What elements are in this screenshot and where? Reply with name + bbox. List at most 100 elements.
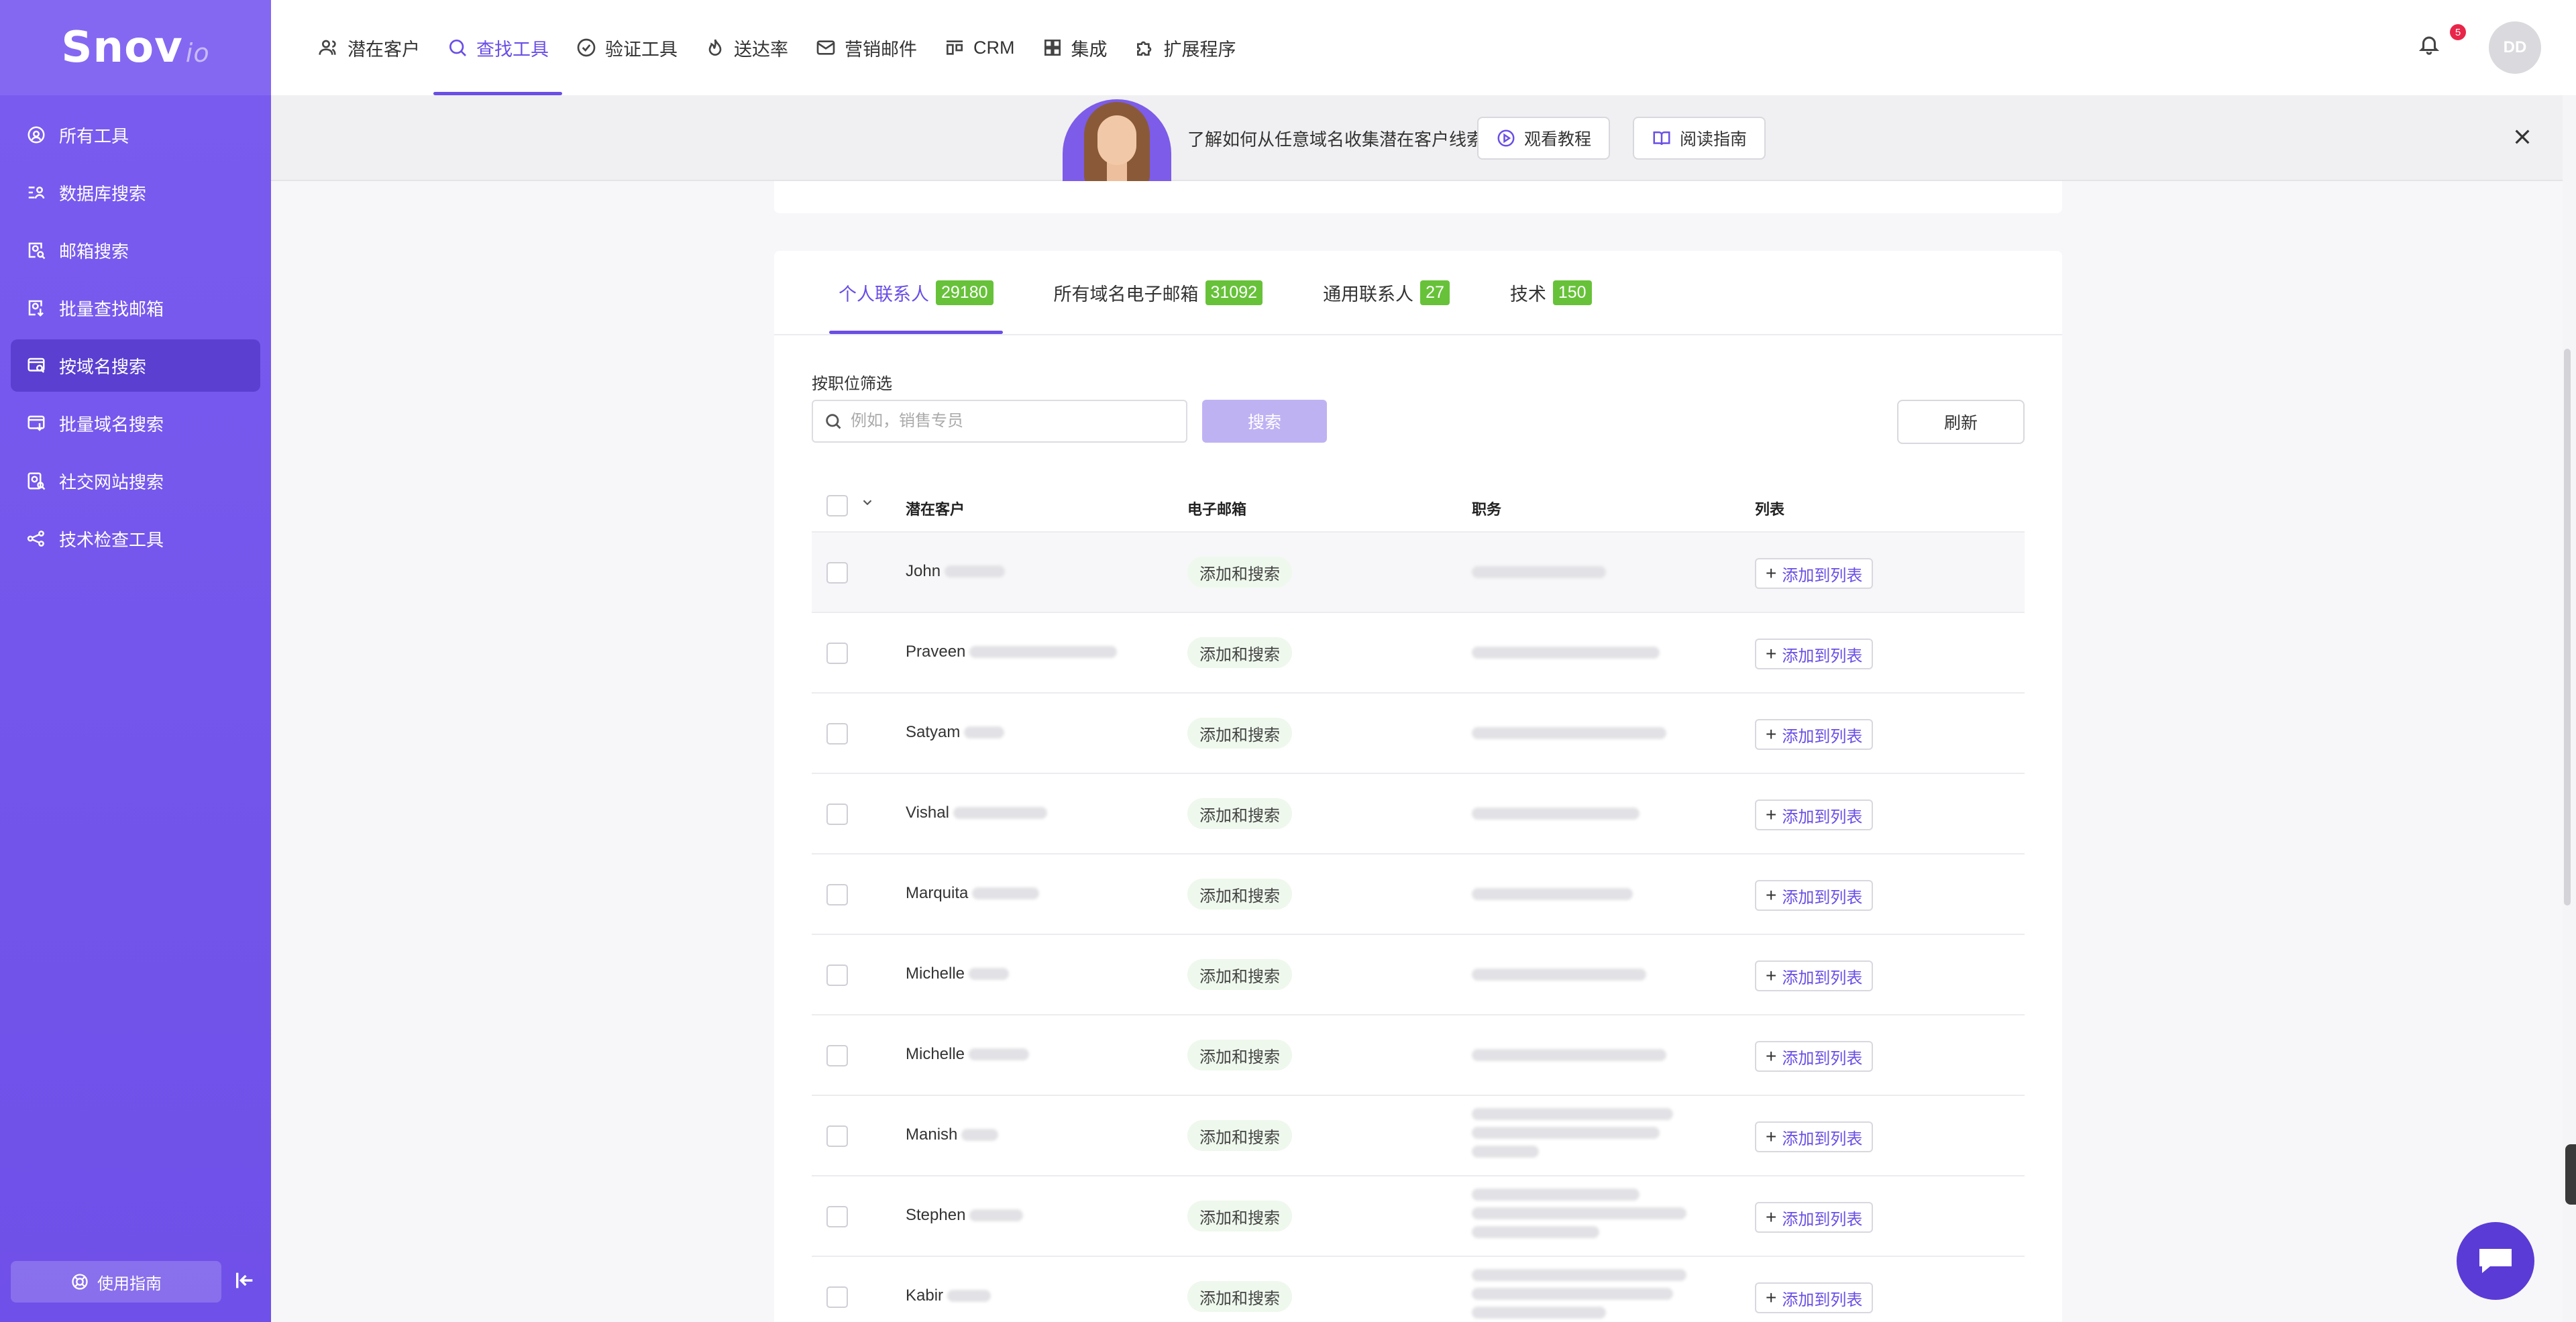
prospect-name[interactable]: Satyam	[906, 723, 1005, 742]
tab-integrations[interactable]: 集成	[1028, 0, 1121, 95]
banner-text: 了解如何从任意域名收集潜在客户线索	[1187, 129, 1485, 150]
row-checkbox[interactable]	[826, 562, 848, 584]
row-checkbox[interactable]	[826, 723, 848, 745]
search-button[interactable]: 搜索	[1202, 400, 1327, 443]
tab-generic-contacts[interactable]: 通用联系人 27	[1313, 251, 1459, 334]
tab-email-campaigns[interactable]: 营销邮件	[802, 0, 930, 95]
add-and-search-email[interactable]: 添加和搜索	[1187, 798, 1292, 829]
add-to-list-button[interactable]: + 添加到列表	[1755, 719, 1874, 750]
notifications-button[interactable]	[2418, 32, 2445, 62]
add-and-search-email[interactable]: 添加和搜索	[1187, 637, 1292, 668]
table-row[interactable]: Marquita 添加和搜索 + 添加到列表	[812, 855, 2025, 935]
book-icon	[1653, 131, 1670, 146]
prospect-name[interactable]: Michelle	[906, 1045, 1030, 1064]
add-to-list-button[interactable]: + 添加到列表	[1755, 880, 1874, 911]
row-checkbox[interactable]	[826, 1125, 848, 1147]
blurred-position	[1472, 1127, 1660, 1139]
check-circle-icon	[576, 37, 605, 58]
add-to-list-label: 添加到列表	[1782, 1130, 1863, 1148]
row-checkbox[interactable]	[826, 1045, 848, 1066]
prospect-name[interactable]: Kabir	[906, 1286, 991, 1305]
table-row[interactable]: Stephen 添加和搜索 + 添加到列表	[812, 1176, 2025, 1257]
close-banner-button[interactable]	[2512, 126, 2536, 150]
add-to-list-button[interactable]: + 添加到列表	[1755, 960, 1874, 991]
table-row[interactable]: Michelle 添加和搜索 + 添加到列表	[812, 935, 2025, 1015]
chat-button[interactable]	[2457, 1222, 2534, 1300]
refresh-button[interactable]: 刷新	[1897, 400, 2025, 444]
prospect-name[interactable]: Marquita	[906, 884, 1040, 903]
add-to-list-button[interactable]: + 添加到列表	[1755, 639, 1874, 669]
row-checkbox[interactable]	[826, 884, 848, 905]
usage-guide-button[interactable]: 使用指南	[11, 1261, 221, 1303]
add-and-search-email[interactable]: 添加和搜索	[1187, 1281, 1292, 1312]
row-checkbox[interactable]	[826, 643, 848, 664]
add-to-list-button[interactable]: + 添加到列表	[1755, 800, 1874, 830]
sidebar-item-email-search[interactable]: 邮箱搜索	[11, 224, 260, 276]
table-row[interactable]: Kabir 添加和搜索 + 添加到列表	[812, 1257, 2025, 1322]
table-row[interactable]: Manish 添加和搜索 + 添加到列表	[812, 1096, 2025, 1176]
tab-verify-tools[interactable]: 验证工具	[562, 0, 691, 95]
tab-prospects[interactable]: 潜在客户	[305, 0, 433, 95]
tab-extensions[interactable]: 扩展程序	[1121, 0, 1250, 95]
add-and-search-email[interactable]: 添加和搜索	[1187, 718, 1292, 749]
row-checkbox[interactable]	[826, 1206, 848, 1227]
snovio-logo[interactable]: Snov io	[0, 0, 271, 95]
collapse-sidebar-button[interactable]	[233, 1269, 258, 1293]
tab-crm[interactable]: CRM	[930, 0, 1028, 95]
prospect-name[interactable]: John	[906, 562, 1006, 581]
add-to-list-button[interactable]: + 添加到列表	[1755, 1041, 1874, 1072]
tab-deliverability[interactable]: 送达率	[691, 0, 802, 95]
table-row[interactable]: Satyam 添加和搜索 + 添加到列表	[812, 694, 2025, 774]
table-row[interactable]: Praveen 添加和搜索 + 添加到列表	[812, 613, 2025, 694]
tab-technologies[interactable]: 技术 150	[1501, 251, 1601, 334]
sidebar-item-bulk-domain[interactable]: 批量域名搜索	[11, 397, 260, 449]
add-and-search-email[interactable]: 添加和搜索	[1187, 557, 1292, 588]
prospect-name[interactable]: Praveen	[906, 643, 1118, 661]
add-and-search-email[interactable]: 添加和搜索	[1187, 959, 1292, 990]
tab-personal-contacts[interactable]: 个人联系人 29180	[829, 251, 1003, 334]
prospect-name[interactable]: Michelle	[906, 965, 1010, 983]
prospect-name[interactable]: Manish	[906, 1125, 999, 1144]
table-row[interactable]: John 添加和搜索 + 添加到列表	[812, 533, 2025, 613]
tab-find-tools[interactable]: 查找工具	[433, 0, 562, 95]
divider	[774, 334, 2062, 335]
table-row[interactable]: Vishal 添加和搜索 + 添加到列表	[812, 774, 2025, 855]
add-and-search-email[interactable]: 添加和搜索	[1187, 879, 1292, 910]
add-to-list-button[interactable]: + 添加到列表	[1755, 1121, 1874, 1152]
sidebar-item-bulk-email[interactable]: 批量查找邮箱	[11, 282, 260, 334]
sidebar-item-domain-search[interactable]: 按域名搜索	[11, 339, 260, 392]
select-options-dropdown[interactable]	[860, 495, 875, 514]
blurred-position	[1472, 1269, 1686, 1281]
user-avatar[interactable]: DD	[2489, 21, 2541, 74]
position-filter-field[interactable]	[812, 400, 1187, 443]
row-checkbox[interactable]	[826, 965, 848, 986]
table-row[interactable]: Michelle 添加和搜索 + 添加到列表	[812, 1015, 2025, 1096]
users-icon	[318, 37, 347, 58]
add-to-list-button[interactable]: + 添加到列表	[1755, 558, 1874, 589]
prospect-first-name: John	[906, 562, 941, 580]
sidebar-item-all-tools[interactable]: 所有工具	[11, 109, 260, 161]
crm-icon	[944, 37, 973, 58]
add-and-search-email[interactable]: 添加和搜索	[1187, 1201, 1292, 1231]
plus-icon: +	[1766, 885, 1777, 905]
sidebar-item-tech-check[interactable]: 技术检查工具	[11, 512, 260, 565]
position-filter-input[interactable]	[851, 412, 1173, 431]
prospect-name[interactable]: Vishal	[906, 804, 1047, 822]
row-checkbox[interactable]	[826, 804, 848, 825]
select-all-checkbox[interactable]	[826, 495, 848, 516]
domain-input-card	[774, 181, 2062, 213]
sidebar-item-database-search[interactable]: 数据库搜索	[11, 166, 260, 219]
page-scrollbar[interactable]	[2564, 349, 2571, 905]
row-checkbox[interactable]	[826, 1286, 848, 1308]
add-and-search-email[interactable]: 添加和搜索	[1187, 1040, 1292, 1070]
tab-all-domain-emails[interactable]: 所有域名电子邮箱 31092	[1044, 251, 1273, 334]
add-to-list-button[interactable]: + 添加到列表	[1755, 1282, 1874, 1313]
add-to-list-button[interactable]: + 添加到列表	[1755, 1202, 1874, 1233]
sidebar-item-social-search[interactable]: 社交网站搜索	[11, 455, 260, 507]
prospect-name[interactable]: Stephen	[906, 1206, 1024, 1225]
add-and-search-email[interactable]: 添加和搜索	[1187, 1120, 1292, 1151]
chevron-down-icon	[863, 500, 872, 506]
side-widget-tab[interactable]	[2565, 1144, 2576, 1205]
watch-tutorial-button[interactable]: 观看教程	[1477, 117, 1611, 160]
read-guide-button[interactable]: 阅读指南	[1633, 117, 1766, 160]
